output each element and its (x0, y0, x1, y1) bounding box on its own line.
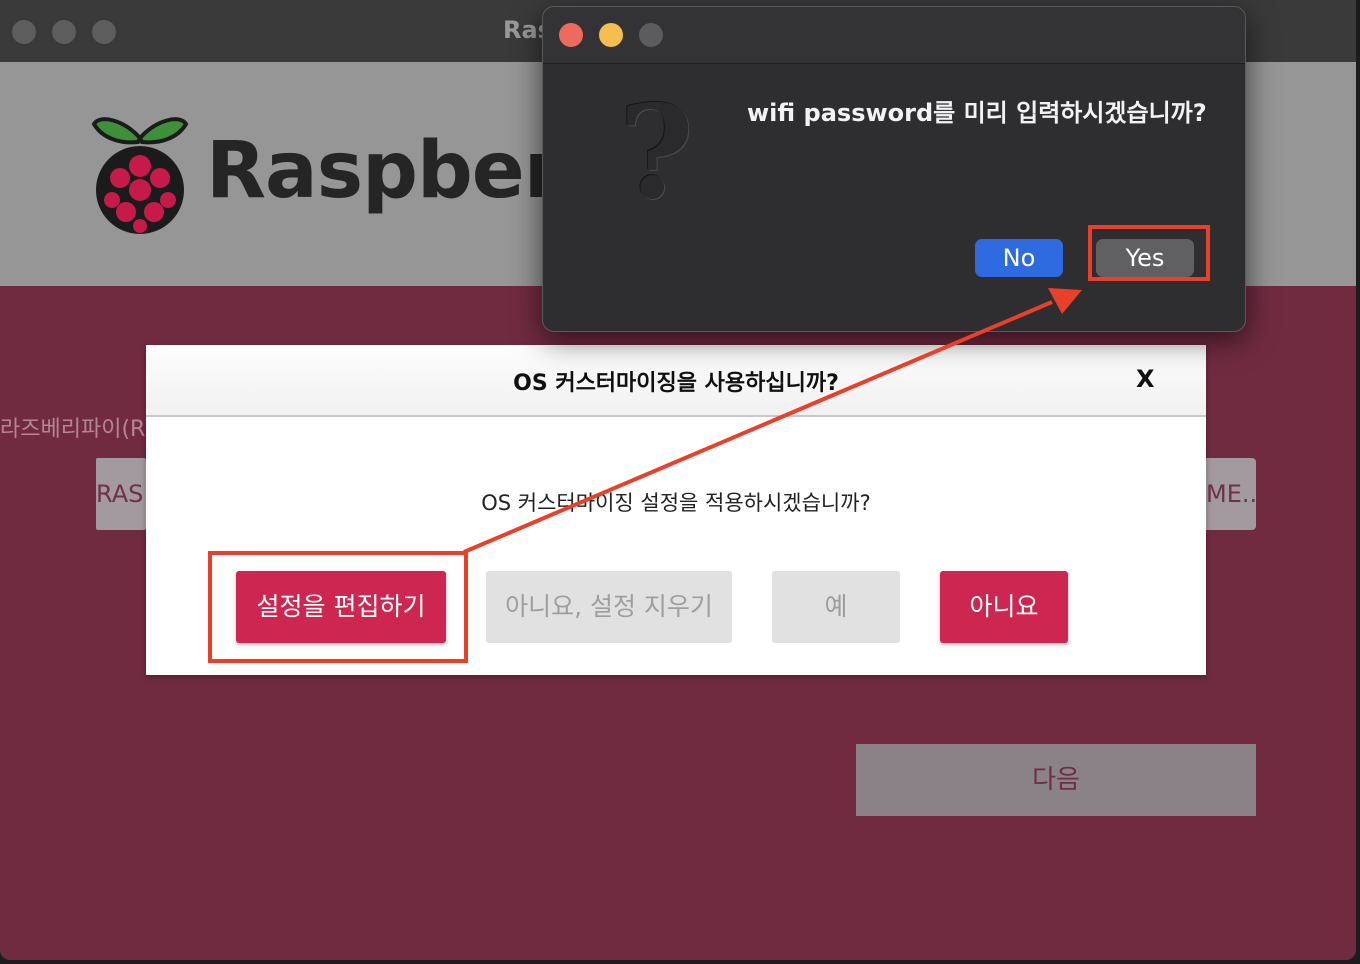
annotation-arrow-icon (463, 288, 1082, 554)
